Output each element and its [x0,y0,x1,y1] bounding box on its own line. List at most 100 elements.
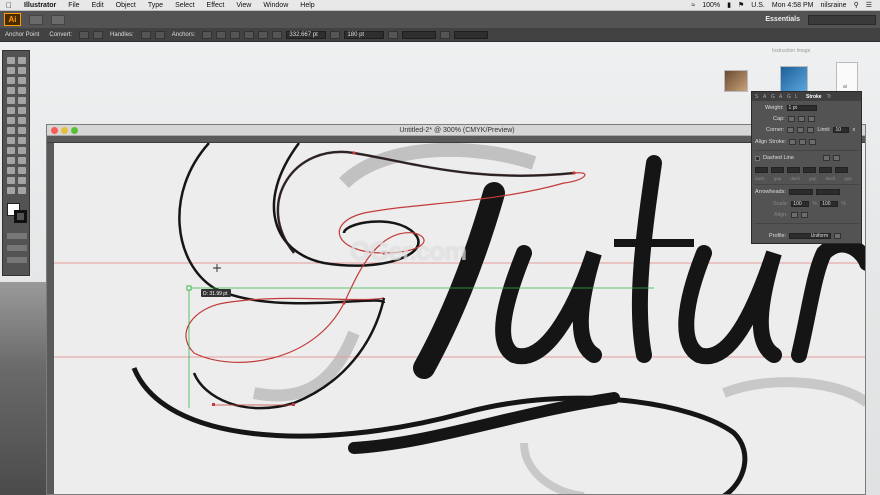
type-tool-icon[interactable] [18,77,26,84]
miter-join-icon[interactable] [787,127,795,133]
weight-input[interactable]: 1 pt [786,105,817,111]
menu-file[interactable]: File [62,2,85,9]
search-stock-input[interactable] [808,14,876,25]
tab-graphic-styles[interactable]: G [771,94,777,100]
align-center-icon[interactable] [789,139,797,145]
eraser-tool-icon[interactable] [7,107,15,114]
horizontal-ruler[interactable] [47,136,865,143]
vertical-ruler[interactable] [47,143,54,494]
zoom-tool-icon[interactable] [18,187,26,194]
close-icon[interactable] [51,127,58,134]
dash-field-3[interactable] [819,167,832,173]
cut-path-icon[interactable] [230,30,241,39]
user-name[interactable]: nilsraine [821,2,847,9]
color-mode-icon[interactable] [7,233,27,239]
menu-help[interactable]: Help [294,2,320,9]
gap-field-1[interactable] [771,167,784,173]
profile-select[interactable]: Uniform [789,233,832,239]
search-icon[interactable]: ⚲ [854,1,859,9]
free-transform-tool-icon[interactable] [18,127,26,134]
menu-select[interactable]: Select [169,2,200,9]
align-outside-icon[interactable] [809,139,817,145]
end-arrowhead-select[interactable] [815,189,840,195]
lettering-artwork[interactable]: D: 31.99 pt [54,143,866,495]
start-scale-input[interactable]: 100 [791,201,810,207]
menu-type[interactable]: Type [142,2,169,9]
y-position-field[interactable]: 180 pt [344,30,385,39]
constrain-icon[interactable] [330,30,341,39]
hand-tool-icon[interactable] [7,187,15,194]
flip-profile-icon[interactable] [834,233,842,239]
butt-cap-icon[interactable] [787,116,795,122]
round-cap-icon[interactable] [797,116,805,122]
convert-corner-icon[interactable] [79,30,90,39]
dashed-line-checkbox[interactable] [755,155,760,161]
scale-tool-icon[interactable] [18,117,26,124]
link-icon[interactable] [440,30,451,39]
width-tool-icon[interactable] [7,127,15,134]
dash-field-2[interactable] [787,167,800,173]
symbol-sprayer-tool-icon[interactable] [7,167,15,174]
apple-icon[interactable]:  [0,1,18,10]
clock[interactable]: Mon 4:58 PM [772,2,814,9]
arrow-place-icon[interactable] [800,212,808,218]
align-inside-icon[interactable] [799,139,807,145]
desktop-ps-icon[interactable] [780,66,808,94]
start-arrowhead-select[interactable] [788,189,813,195]
w-field[interactable] [402,30,437,39]
round-join-icon[interactable] [797,127,805,133]
gradient-tool-icon[interactable] [18,147,26,154]
tab-layers[interactable]: L [795,94,801,100]
transform-icon[interactable] [388,30,399,39]
zoom-icon[interactable] [71,127,78,134]
paintbrush-tool-icon[interactable] [7,97,15,104]
artboard-tool-icon[interactable] [7,177,15,184]
tab-stroke[interactable]: Stroke [803,94,825,100]
column-graph-tool-icon[interactable] [18,167,26,174]
rectangle-tool-icon[interactable] [18,87,26,94]
hide-handles-icon[interactable] [154,30,165,39]
bevel-join-icon[interactable] [807,127,815,133]
x-position-field[interactable]: 332.667 pt [286,30,327,39]
pen-tool-icon[interactable] [7,77,15,84]
mesh-tool-icon[interactable] [7,147,15,154]
bridge-button[interactable] [29,14,43,25]
menu-effect[interactable]: Effect [201,2,231,9]
direct-selection-tool-icon[interactable] [18,57,26,64]
gap-field-2[interactable] [803,167,816,173]
slice-tool-icon[interactable] [18,177,26,184]
tab-gradient[interactable]: G [787,94,793,100]
desktop-photo-icon[interactable] [724,70,748,92]
arrow-extend-icon[interactable] [790,212,798,218]
arrange-documents-button[interactable] [51,14,65,25]
rotate-tool-icon[interactable] [7,117,15,124]
convert-smooth-icon[interactable] [93,30,104,39]
dash-exact-icon[interactable] [822,155,830,161]
limit-input[interactable]: 10 [833,127,850,133]
minimize-icon[interactable] [61,127,68,134]
workspace-switcher[interactable]: Essentials [765,16,800,23]
menu-window[interactable]: Window [257,2,294,9]
connect-anchor-icon[interactable] [216,30,227,39]
desktop-file-icon[interactable] [836,62,858,92]
selection-tool-icon[interactable] [7,57,15,64]
menu-object[interactable]: Object [110,2,142,9]
tab-align[interactable]: A [779,94,785,100]
isolate-icon[interactable] [244,30,255,39]
perspective-grid-tool-icon[interactable] [18,137,26,144]
blend-tool-icon[interactable] [18,157,26,164]
menu-edit[interactable]: Edit [86,2,110,9]
remove-anchor-icon[interactable] [202,30,213,39]
wifi-icon[interactable]: ≈ [691,2,695,9]
dash-field-1[interactable] [755,167,768,173]
menu-view[interactable]: View [230,2,257,9]
align-icon[interactable] [258,30,269,39]
reference-point-icon[interactable] [272,30,283,39]
tab-swatches[interactable]: S [755,94,761,100]
scissors-tool-icon[interactable] [18,107,26,114]
projecting-cap-icon[interactable] [807,116,815,122]
shape-builder-tool-icon[interactable] [7,137,15,144]
line-tool-icon[interactable] [7,87,15,94]
screen-mode-icon[interactable] [7,257,27,263]
pencil-tool-icon[interactable] [18,97,26,104]
